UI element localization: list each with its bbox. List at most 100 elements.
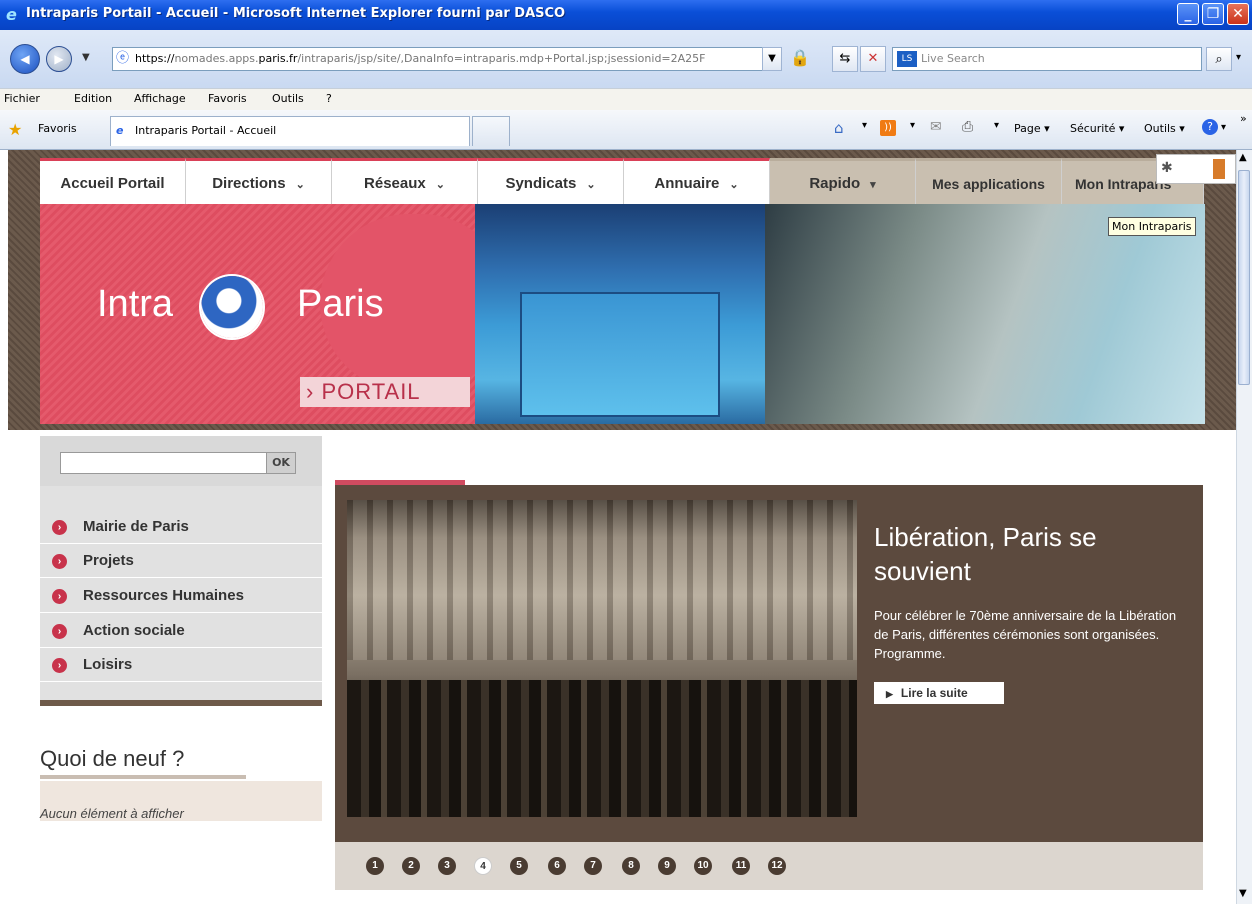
logo-paris-text: Paris (297, 283, 384, 325)
close-window-button[interactable]: ✕ (1227, 3, 1249, 25)
nav-directions[interactable]: Directions ⌄ (186, 158, 332, 204)
home-icon[interactable]: ⌂ (834, 119, 844, 137)
nav-mes-applications[interactable]: Mes applications (916, 158, 1062, 204)
favorites-button[interactable]: Favoris (38, 122, 77, 135)
chevron-down-icon: ⌄ (435, 179, 445, 191)
site-search-input[interactable] (60, 452, 266, 474)
scroll-up-icon[interactable]: ▲ (1239, 152, 1247, 163)
refresh-icon[interactable]: ⇆ (832, 46, 858, 72)
pager-dot-5[interactable]: 5 (510, 857, 528, 875)
news-title: Quoi de neuf ? (40, 746, 185, 771)
sidebar-item-loisirs[interactable]: › Loisirs (40, 648, 322, 682)
outils-menu[interactable]: Outils ▾ (1144, 122, 1185, 135)
chevron-down-icon: ▾ (870, 179, 876, 191)
ie-logo-icon: e (6, 5, 17, 24)
menu-affichage[interactable]: Affichage (134, 92, 186, 105)
nav-reseaux[interactable]: Réseaux ⌄ (332, 158, 478, 204)
search-input[interactable]: LS Live Search (892, 47, 1202, 71)
address-dropdown-button[interactable]: ▼ (762, 47, 782, 71)
news-underline (40, 775, 246, 779)
nav-syndicats[interactable]: Syndicats ⌄ (478, 158, 624, 204)
search-ok-button[interactable]: OK (266, 452, 296, 474)
lock-icon[interactable]: 🔒 (790, 48, 810, 67)
pager-dot-7[interactable]: 7 (584, 857, 602, 875)
chevron-down-icon: ⌄ (586, 179, 596, 191)
page-menu[interactable]: Page ▾ (1014, 122, 1050, 135)
chevron-down-icon: ⌄ (729, 179, 739, 191)
help-icon[interactable]: ? (1202, 119, 1218, 135)
menu-fichier[interactable]: Fichier (4, 92, 40, 105)
scroll-down-icon[interactable]: ▼ (1239, 888, 1247, 899)
print-dropdown-icon[interactable]: ▾ (994, 120, 999, 131)
pager-dot-2[interactable]: 2 (402, 857, 420, 875)
rss-icon[interactable]: )) (880, 120, 896, 136)
history-dropdown-icon[interactable]: ▼ (82, 52, 90, 63)
pager-dot-10[interactable]: 10 (694, 857, 712, 875)
nav-rapido[interactable]: Rapido ▾ (770, 158, 916, 204)
window-title-bar: e Intraparis Portail - Accueil - Microso… (0, 0, 1252, 30)
sidebar-item-ressources-humaines[interactable]: › Ressources Humaines (40, 579, 322, 613)
sidebar-divider (40, 700, 322, 706)
arrow-bullet-icon: › (52, 624, 67, 639)
feature-photo-crowd (347, 680, 857, 817)
tab-active[interactable]: e Intraparis Portail - Accueil (110, 116, 470, 146)
stop-icon[interactable]: ✕ (860, 46, 886, 72)
arrow-bullet-icon: › (52, 589, 67, 604)
home-dropdown-icon[interactable]: ▾ (862, 120, 867, 131)
chevron-down-icon: ⌄ (295, 179, 305, 191)
sidebar-item-mairie-de-paris[interactable]: › Mairie de Paris (40, 510, 322, 544)
help-dropdown-icon[interactable]: ▾ (1221, 122, 1226, 133)
forward-button[interactable]: ▶ (46, 46, 72, 72)
nav-accueil-portail[interactable]: Accueil Portail (40, 158, 186, 204)
exit-icon[interactable] (1213, 159, 1225, 179)
pager-dot-9[interactable]: 9 (658, 857, 676, 875)
arrow-bullet-icon: › (52, 520, 67, 535)
pager-dot-4[interactable]: 4 (474, 857, 492, 875)
sidebar-item-action-sociale[interactable]: › Action sociale (40, 614, 322, 648)
menu-outils[interactable]: Outils (272, 92, 304, 105)
window-title: Intraparis Portail - Accueil - Microsoft… (26, 6, 566, 21)
rss-dropdown-icon[interactable]: ▾ (910, 120, 915, 131)
securite-menu[interactable]: Sécurité ▾ (1070, 122, 1124, 135)
logo-intra-text: Intra (97, 283, 174, 325)
maximize-button[interactable]: ❐ (1202, 3, 1224, 25)
feature-photo-building (347, 500, 857, 660)
minimize-button[interactable]: _ (1177, 3, 1199, 25)
portail-label: › PORTAIL (300, 377, 470, 407)
arrow-bullet-icon: › (52, 554, 67, 569)
pager-dot-1[interactable]: 1 (366, 857, 384, 875)
read-more-button[interactable]: ▶ Lire la suite (874, 682, 1004, 704)
tab-ie-icon: e (116, 124, 124, 137)
tooltip: Mon Intraparis (1108, 217, 1196, 236)
pager-dot-6[interactable]: 6 (548, 857, 566, 875)
pager-dot-12[interactable]: 12 (768, 857, 786, 875)
news-empty-text: Aucun élément à afficher (40, 806, 184, 821)
new-tab-button[interactable] (472, 116, 510, 146)
more-chevron-icon[interactable]: » (1240, 112, 1247, 125)
address-bar[interactable]: ⓔ https://nomades.apps.paris.fr/intrapari… (112, 47, 782, 71)
pool-water (520, 292, 720, 417)
live-search-icon: LS (897, 51, 917, 67)
back-button[interactable]: ◀ (10, 44, 40, 74)
pager-dot-11[interactable]: 11 (732, 857, 750, 875)
scrollbar-thumb[interactable] (1238, 170, 1250, 385)
arrow-bullet-icon: › (52, 658, 67, 673)
print-icon[interactable]: ⎙ (962, 119, 973, 135)
pager-dot-3[interactable]: 3 (438, 857, 456, 875)
menu-favoris[interactable]: Favoris (208, 92, 247, 105)
page-icon: ⓔ (116, 51, 130, 66)
banner-hotel-de-ville-photo (765, 204, 1205, 424)
search-button[interactable]: ⌕ (1206, 47, 1232, 71)
tools-icon[interactable]: ✱ (1161, 160, 1173, 176)
favorites-star-icon[interactable]: ★ (8, 120, 22, 139)
search-options-icon[interactable]: ▾ (1236, 52, 1241, 63)
feature-title[interactable]: Libération, Paris se souvient (874, 520, 1194, 588)
nav-annuaire[interactable]: Annuaire ⌄ (624, 158, 770, 204)
sidebar-item-projets[interactable]: › Projets (40, 544, 322, 578)
play-arrow-icon: ▶ (886, 689, 893, 699)
mail-icon[interactable]: ✉ (930, 119, 942, 135)
pager-dot-8[interactable]: 8 (622, 857, 640, 875)
menu-help[interactable]: ? (326, 92, 332, 105)
feature-description: Pour célébrer le 70ème anniversaire de l… (874, 608, 1177, 661)
menu-edition[interactable]: Edition (74, 92, 112, 105)
